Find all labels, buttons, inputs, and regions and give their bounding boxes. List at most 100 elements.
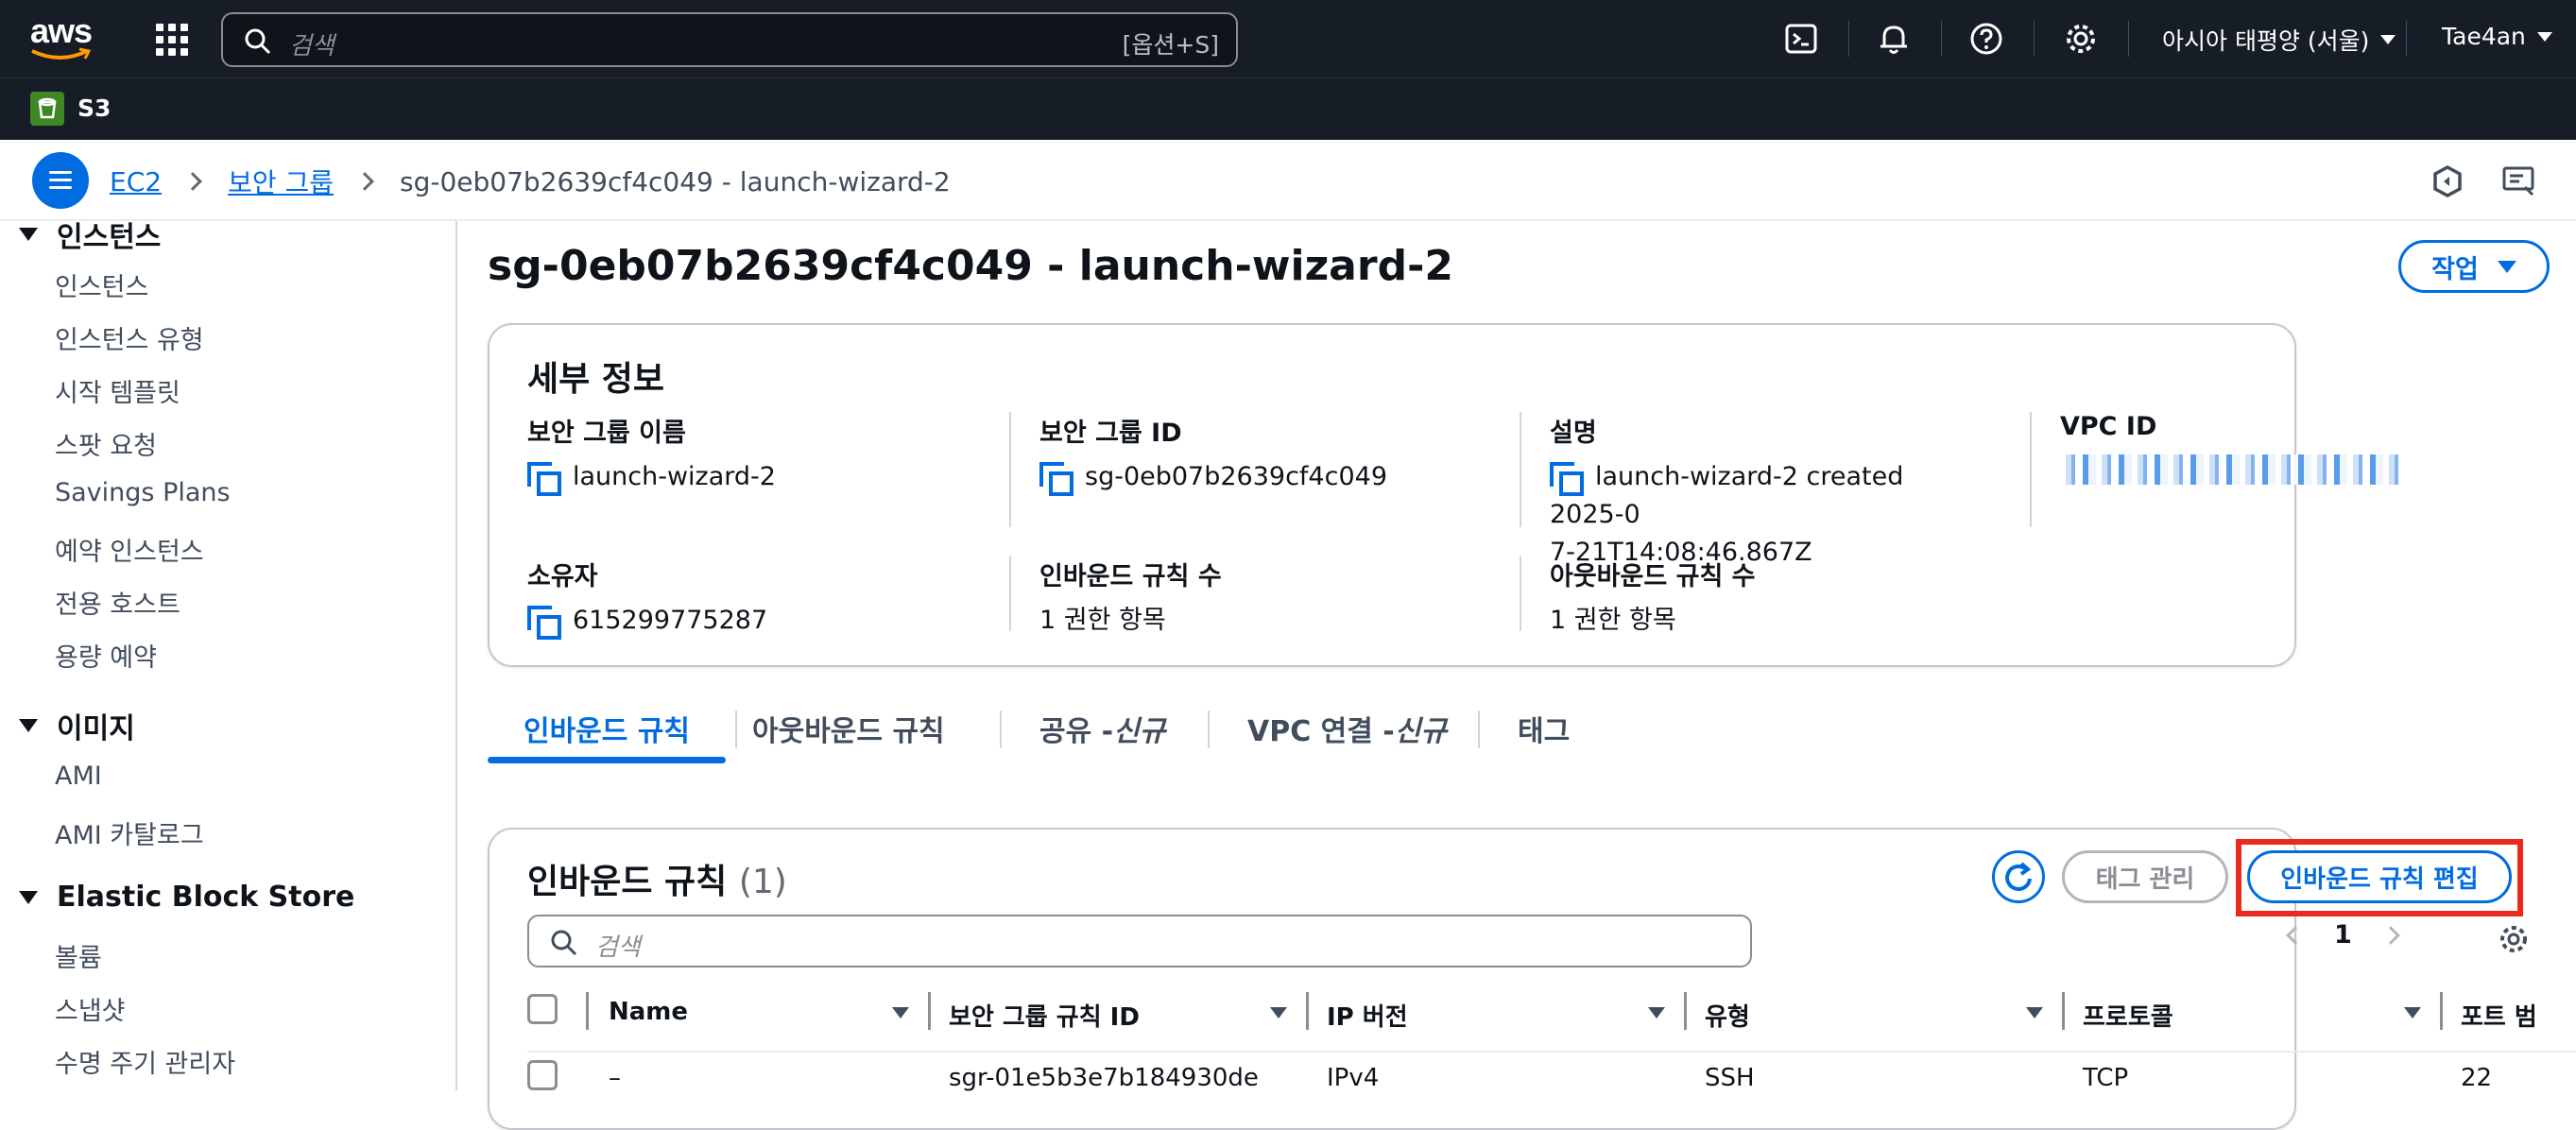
cell-port-range: 22 <box>2461 1064 2493 1092</box>
tab-tags[interactable]: 태그 <box>1518 693 1570 763</box>
help-icon[interactable] <box>1967 20 2005 58</box>
copy-icon[interactable] <box>527 462 561 496</box>
sidebar-item-instances[interactable]: 인스턴스 <box>55 266 148 303</box>
sidebar-item-dedicated-hosts[interactable]: 전용 호스트 <box>55 584 180 621</box>
actions-dropdown-button[interactable]: 작업 <box>2398 240 2550 293</box>
chevron-left-icon[interactable] <box>2286 925 2305 945</box>
chevron-right-icon[interactable] <box>2380 925 2400 945</box>
page-title: sg-0eb07b2639cf4c049 - launch-wizard-2 <box>488 242 1453 290</box>
column-resizer[interactable] <box>1684 992 1687 1030</box>
refresh-button[interactable] <box>1992 850 2045 903</box>
global-search-input[interactable]: 검색 [옵션+S] <box>221 12 1238 67</box>
nav-divider <box>2406 21 2407 57</box>
caret-down-icon <box>19 719 38 732</box>
column-resizer[interactable] <box>928 992 931 1030</box>
sidebar-item-instance-types[interactable]: 인스턴스 유형 <box>55 319 204 356</box>
caret-down-icon <box>2497 260 2516 273</box>
chevron-right-icon <box>183 172 202 191</box>
sidebar-item-capacity-reservations[interactable]: 용량 예약 <box>55 637 157 674</box>
info-panel-icon[interactable] <box>2429 163 2466 200</box>
tab-vpc-associations[interactable]: VPC 연결 - 신규 <box>1247 693 1447 763</box>
user-name: Tae4an <box>2442 23 2526 50</box>
column-header-rule-id[interactable]: 보안 그룹 규칙 ID <box>949 998 1140 1033</box>
tab-label: 공유 - <box>1039 715 1114 748</box>
cell-type: SSH <box>1705 1064 1755 1092</box>
column-resizer[interactable] <box>2440 992 2443 1030</box>
tab-divider <box>1478 711 1480 748</box>
page-number[interactable]: 1 <box>2334 920 2352 950</box>
column-header-protocol[interactable]: 프로토콜 <box>2083 998 2173 1033</box>
feedback-icon[interactable] <box>2500 163 2538 200</box>
table-settings-icon[interactable] <box>2495 920 2533 958</box>
pagination: 1 <box>2286 920 2400 950</box>
field-value: sg-0eb07b2639cf4c049 <box>1085 462 1387 491</box>
sort-icon[interactable] <box>892 1007 909 1019</box>
field-vpc-id: VPC ID <box>2060 412 2402 485</box>
main-content: sg-0eb07b2639cf4c049 - launch-wizard-2 작… <box>457 221 2576 1130</box>
column-header-type[interactable]: 유형 <box>1705 998 1750 1033</box>
refresh-icon <box>2005 862 2032 891</box>
tab-sharing[interactable]: 공유 - 신규 <box>1039 693 1165 763</box>
sort-icon[interactable] <box>2026 1007 2043 1019</box>
tab-inbound-rules[interactable]: 인바운드 규칙 <box>488 693 726 763</box>
row-checkbox[interactable] <box>527 1060 558 1090</box>
sidebar-item-snapshots[interactable]: 스냅샷 <box>55 990 126 1027</box>
sidebar-item-reserved-instances[interactable]: 예약 인스턴스 <box>55 531 204 568</box>
inbound-rules-count: (1) <box>738 863 787 901</box>
chevron-down-icon <box>2536 31 2552 42</box>
sidebar-item-ami-catalog[interactable]: AMI 카탈로그 <box>55 814 204 851</box>
column-header-name[interactable]: Name <box>609 998 688 1026</box>
copy-icon[interactable] <box>527 606 561 640</box>
sidebar-section-images[interactable]: 이미지 <box>19 705 135 746</box>
s3-favorite-link[interactable]: S3 <box>77 94 111 122</box>
user-menu[interactable]: Tae4an <box>2442 23 2552 50</box>
menu-toggle-icon[interactable] <box>32 152 89 209</box>
sidebar-item-ami[interactable]: AMI <box>55 762 102 791</box>
rules-search-input[interactable]: 검색 <box>527 915 1752 967</box>
column-resizer[interactable] <box>2062 992 2065 1030</box>
caret-down-icon <box>19 890 38 904</box>
sidebar-item-launch-templates[interactable]: 시작 템플릿 <box>55 372 180 409</box>
manage-tags-button[interactable]: 태그 관리 <box>2062 850 2228 903</box>
tab-divider <box>1000 711 1002 748</box>
field-label: VPC ID <box>2060 412 2157 441</box>
new-badge: 신규 <box>1113 715 1166 748</box>
sort-icon[interactable] <box>1270 1007 1287 1019</box>
copy-icon[interactable] <box>1039 462 1073 496</box>
bell-icon[interactable] <box>1875 20 1913 58</box>
sidebar-item-volumes[interactable]: 볼륨 <box>55 937 102 974</box>
region-selector[interactable]: 아시아 태평양 (서울) <box>2162 23 2396 57</box>
cloudshell-icon[interactable] <box>1782 20 1820 58</box>
breadcrumb-ec2[interactable]: EC2 <box>110 166 162 197</box>
column-header-ip-version[interactable]: IP 버전 <box>1327 998 1408 1033</box>
redacted-vpc-id <box>2060 454 2402 485</box>
column-header-port-range[interactable]: 포트 범 <box>2461 998 2537 1033</box>
tab-outbound-rules[interactable]: 아웃바운드 규칙 <box>752 693 945 763</box>
field-value: 1 권한 항목 <box>1550 606 1676 635</box>
select-all-checkbox[interactable] <box>527 994 558 1024</box>
field-label: 설명 <box>1550 419 1597 448</box>
sidebar-section-ebs[interactable]: Elastic Block Store <box>19 881 354 914</box>
field-label: 인바운드 규칙 수 <box>1039 562 1222 591</box>
field-value: 615299775287 <box>573 606 768 635</box>
sidebar-item-savings-plans[interactable]: Savings Plans <box>55 478 231 507</box>
search-icon <box>551 930 577 956</box>
copy-icon[interactable] <box>1550 462 1584 496</box>
tab-label: 아웃바운드 규칙 <box>752 715 945 748</box>
table-row[interactable]: – sgr-01e5b3e7b184930de IPv4 SSH TCP 22 <box>527 1051 2576 1096</box>
sort-icon[interactable] <box>1648 1007 1665 1019</box>
column-divider <box>1009 412 1011 527</box>
sidebar-item-spot-requests[interactable]: 스팟 요청 <box>55 425 157 462</box>
apps-grid-icon[interactable] <box>153 21 191 59</box>
sort-icon[interactable] <box>2404 1007 2421 1019</box>
gear-icon[interactable] <box>2062 20 2100 58</box>
breadcrumb-security-groups[interactable]: 보안 그룹 <box>228 163 334 200</box>
column-resizer[interactable] <box>1306 992 1309 1030</box>
search-shortcut-hint: [옵션+S] <box>1122 31 1219 59</box>
sidebar-section-instances[interactable]: 인스턴스 <box>19 221 161 255</box>
field-outbound-count: 아웃바운드 규칙 수 1 권한 항목 <box>1550 556 1756 640</box>
column-resizer[interactable] <box>586 992 589 1030</box>
sidebar-item-lifecycle-manager[interactable]: 수명 주기 관리자 <box>55 1043 235 1080</box>
aws-logo[interactable]: aws <box>30 11 98 66</box>
s3-service-icon[interactable] <box>30 92 64 126</box>
